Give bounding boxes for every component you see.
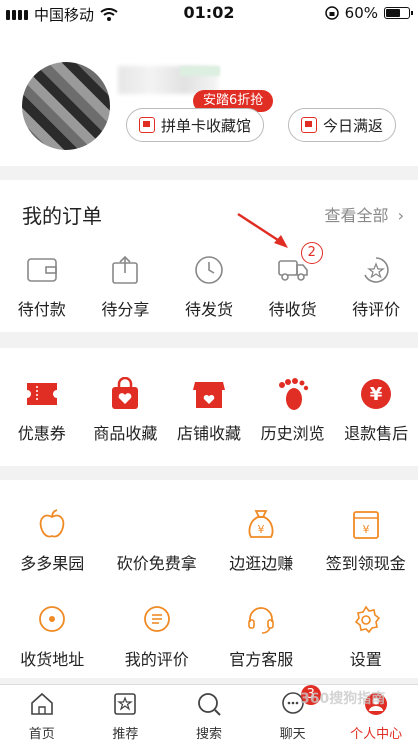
review-icon [364, 257, 389, 283]
service-checkin-cash[interactable]: ¥ 签到领现金 [314, 504, 418, 574]
shortcuts-row: 优惠券 商品收藏 店铺收藏 历史浏览 ¥ 退款售后 [0, 374, 418, 444]
shortcut-refund[interactable]: ¥ 退款售后 [334, 374, 418, 444]
tab-label: 个人中心 [350, 727, 403, 742]
shortcut-label: 退款售后 [344, 424, 409, 443]
location-icon [39, 606, 66, 632]
search-icon [198, 693, 221, 716]
order-label: 待发货 [184, 300, 233, 319]
yen-icon: ¥ [361, 379, 392, 409]
calendar-yen-icon: ¥ [352, 511, 379, 539]
headset-icon [248, 607, 275, 634]
order-pending-delivery[interactable]: 待发货 [167, 250, 251, 320]
service-browse-earn[interactable]: ¥ 边逛边赚 [209, 504, 314, 574]
annotation-arrow [237, 212, 288, 248]
service-label: 设置 [349, 650, 382, 669]
clock-icon [195, 256, 223, 284]
order-pending-review[interactable]: 待评价 [334, 250, 418, 320]
view-all-label: 查看全部 [324, 206, 389, 225]
service-my-reviews[interactable]: 我的评价 [105, 600, 210, 670]
tab-label: 首页 [28, 727, 55, 742]
pin-card-collection-button[interactable]: 拼单卡收藏馆 [126, 108, 265, 142]
order-label: 待分享 [101, 300, 150, 319]
order-pending-receipt[interactable]: 2 待收货 [251, 242, 335, 320]
card-icon [139, 117, 155, 133]
status-right: 60% [324, 4, 413, 22]
order-count-badge: 2 [300, 242, 323, 264]
shortcut-product-favorites[interactable]: 商品收藏 [84, 374, 168, 444]
order-pending-payment[interactable]: 待付款 [0, 250, 84, 320]
shortcut-label: 历史浏览 [260, 424, 325, 443]
order-label: 待评价 [352, 300, 401, 319]
shortcut-label: 优惠券 [17, 424, 66, 443]
shortcut-coupons[interactable]: 优惠券 [0, 374, 84, 444]
service-orchard[interactable]: 多多果园 [0, 504, 105, 574]
svg-text:¥: ¥ [362, 523, 369, 536]
tab-label: 搜索 [195, 727, 222, 742]
service-customer-support[interactable]: 官方客服 [209, 600, 314, 670]
status-bar: 中国移动 01:02 60% [0, 0, 418, 26]
battery-icon [384, 7, 413, 19]
orders-title: 我的订单 [22, 204, 102, 228]
service-label: 边逛边赚 [229, 554, 294, 573]
home-icon [30, 692, 53, 715]
username-blurred-accent [180, 66, 220, 76]
share-icon [112, 255, 139, 284]
comment-icon [143, 606, 170, 632]
tab-home[interactable]: 首页 [0, 685, 84, 743]
daily-rebate-label: 今日满返 [323, 116, 384, 135]
service-label: 签到领现金 [325, 554, 406, 573]
shortcut-label: 店铺收藏 [176, 424, 241, 443]
battery-label: 60% [344, 4, 378, 22]
avatar[interactable] [22, 62, 110, 150]
bag-heart-icon [112, 377, 139, 409]
order-status-row: 待付款 待分享 待发货 2 待收货 待评价 [0, 242, 418, 320]
chevron-right-icon: › [397, 206, 404, 225]
coupon-icon [26, 383, 57, 405]
service-address[interactable]: 收货地址 [0, 600, 105, 670]
service-label: 官方客服 [229, 650, 294, 669]
shortcut-store-favorites[interactable]: 店铺收藏 [167, 374, 251, 444]
rotation-lock-icon [324, 6, 339, 20]
shortcut-history[interactable]: 历史浏览 [251, 374, 335, 444]
gift-icon [301, 117, 317, 133]
order-label: 待付款 [17, 300, 66, 319]
order-pending-share[interactable]: 待分享 [84, 250, 168, 320]
tab-label: 聊天 [279, 727, 306, 742]
shortcut-label: 商品收藏 [93, 424, 158, 443]
watermark: 360搜狗指南 [300, 691, 386, 707]
star-bag-icon [114, 693, 137, 715]
tab-recommend[interactable]: 推荐 [84, 685, 168, 743]
apple-icon [39, 509, 65, 538]
service-bargain[interactable]: 砍价免费拿 [105, 504, 210, 574]
services-row-1: 多多果园 砍价免费拿 ¥ 边逛边赚 ¥ 签到领现金 [0, 504, 418, 574]
pin-card-label: 拼单卡收藏馆 [161, 116, 252, 135]
order-label: 待收货 [268, 300, 317, 319]
settings-icon [354, 605, 380, 634]
services-row-2: 收货地址 我的评价 官方客服 设置 [0, 600, 418, 670]
wallet-icon [26, 258, 57, 282]
svg-text:¥: ¥ [258, 523, 265, 536]
tab-search[interactable]: 搜索 [167, 685, 251, 743]
service-label: 收货地址 [20, 650, 85, 669]
svg-text:¥: ¥ [370, 384, 383, 405]
tab-label: 推荐 [112, 727, 139, 742]
daily-rebate-button[interactable]: 今日满返 [288, 108, 397, 142]
service-settings[interactable]: 设置 [314, 600, 418, 670]
service-label: 我的评价 [124, 650, 189, 669]
money-bag-icon: ¥ [248, 510, 274, 538]
footprint-icon [278, 378, 308, 410]
view-all-orders-link[interactable]: 查看全部 › [324, 202, 404, 226]
service-label: 砍价免费拿 [116, 554, 197, 573]
service-label: 多多果园 [20, 554, 85, 573]
store-heart-icon [192, 382, 225, 408]
profile-header: 安踏6折抢 拼单卡收藏馆 今日满返 [0, 26, 418, 166]
